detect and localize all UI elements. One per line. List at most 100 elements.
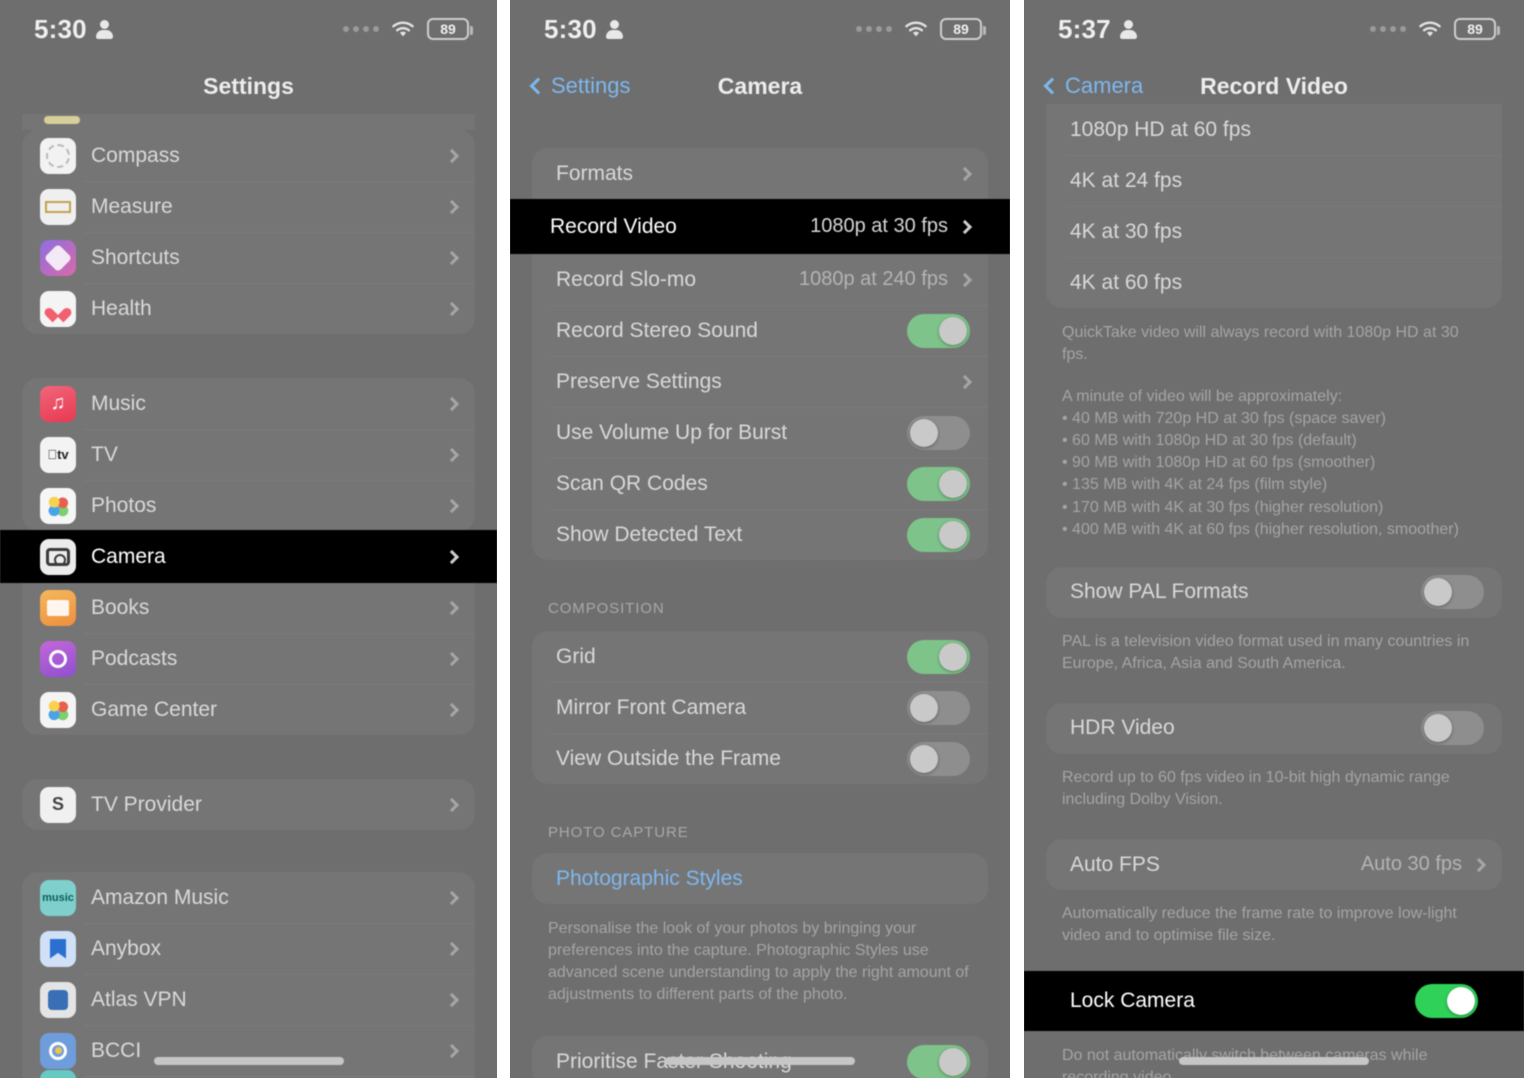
toggle-use-volume-up-for-burst[interactable]: [907, 415, 970, 450]
sidebar-item-shortcuts[interactable]: Shortcuts: [22, 232, 475, 283]
toggle-show-pal-formats[interactable]: [1421, 575, 1484, 610]
toggle-record-stereo-sound[interactable]: [907, 313, 970, 348]
toggle-show-detected-text[interactable]: [907, 517, 970, 552]
camera-scroll-area[interactable]: Formats Record Video 1080p at 30 fps Rec…: [510, 114, 1010, 1078]
sidebar-item-atlas-vpn[interactable]: Atlas VPN: [22, 974, 475, 1025]
record-video-scroll-area[interactable]: 1080p HD at 60 fps 4K at 24 fps 4K at 30…: [1024, 104, 1524, 1078]
settings-scroll-area[interactable]: Compass Measure Shortcuts Health ♫ Music…: [0, 114, 497, 1078]
back-button-settings[interactable]: Settings: [528, 73, 631, 99]
toggle-prioritise-faster-shooting[interactable]: [907, 1044, 970, 1078]
sidebar-item-books[interactable]: Books: [22, 582, 475, 633]
auto-fps-card: Auto FPS Auto 30 fps: [1046, 839, 1502, 891]
row-show-pal-formats[interactable]: Show PAL Formats: [1046, 567, 1502, 618]
wifi-icon: [390, 20, 416, 39]
camera-group-top-a: Formats: [532, 148, 988, 199]
status-bar: 5:30 89: [510, 0, 1010, 58]
sidebar-item-compass[interactable]: Compass: [22, 130, 475, 181]
sidebar-item-tv[interactable]: tv TV: [22, 429, 475, 480]
toggle-view-outside-the-frame[interactable]: [907, 741, 970, 776]
camera-icon: [40, 538, 76, 575]
row-label: Anybox: [91, 936, 162, 960]
chevron-right-icon: [957, 166, 973, 181]
sidebar-item-camera-highlighted[interactable]: Camera: [0, 530, 497, 583]
page-title: Settings: [203, 72, 294, 99]
option-4k-24[interactable]: 4K at 24 fps: [1046, 155, 1502, 206]
row-value: 1080p at 240 fps: [798, 268, 948, 290]
back-button-camera[interactable]: Camera: [1042, 73, 1143, 99]
footnote-size-bullet-6: • 400 MB with 4K at 60 fps (higher resol…: [1062, 520, 1459, 538]
row-show-detected-text[interactable]: Show Detected Text: [532, 509, 988, 560]
row-record-slo-mo[interactable]: Record Slo-mo 1080p at 240 fps: [532, 254, 988, 305]
row-formats[interactable]: Formats: [532, 148, 988, 199]
home-indicator: [153, 1057, 344, 1065]
row-hdr-video[interactable]: HDR Video: [1046, 703, 1502, 754]
chevron-right-icon: [444, 250, 460, 265]
row-photographic-styles[interactable]: Photographic Styles: [532, 853, 988, 904]
chevron-right-icon: [444, 447, 460, 462]
status-left: 5:37: [1058, 14, 1137, 45]
row-label: 4K at 60 fps: [1070, 270, 1183, 294]
settings-group-3: S TV Provider: [22, 779, 475, 830]
sidebar-item-amazon-music[interactable]: music Amazon Music: [22, 872, 475, 923]
sidebar-item-measure[interactable]: Measure: [22, 181, 475, 232]
row-label: Music: [91, 391, 146, 415]
row-label: 1080p HD at 60 fps: [1070, 117, 1251, 141]
toggle-lock-camera[interactable]: [1415, 984, 1478, 1019]
sidebar-item-podcasts[interactable]: Podcasts: [22, 633, 475, 684]
compass-icon: [40, 137, 76, 174]
row-label: Photos: [91, 493, 157, 517]
chevron-right-icon: [444, 549, 460, 564]
sidebar-item-photos[interactable]: Photos: [22, 480, 475, 531]
row-label: Atlas VPN: [91, 987, 187, 1011]
row-label: 4K at 30 fps: [1070, 219, 1183, 243]
toggle-grid[interactable]: [907, 639, 970, 674]
signal-dots-icon: [343, 26, 379, 32]
row-label: Game Center: [91, 697, 218, 721]
footnote-size-bullet-3: • 90 MB with 1080p HD at 60 fps (smoothe…: [1062, 454, 1376, 472]
row-record-video-highlighted[interactable]: Record Video 1080p at 30 fps: [510, 199, 1010, 254]
row-scan-qr-codes[interactable]: Scan QR Codes: [532, 458, 988, 509]
row-label: Health: [91, 296, 152, 320]
chevron-right-icon: [957, 219, 973, 234]
toggle-mirror-front-camera[interactable]: [907, 690, 970, 725]
chevron-right-icon: [444, 498, 460, 513]
status-left: 5:30: [544, 14, 623, 45]
chevron-left-icon: [529, 77, 547, 95]
measure-icon: [40, 188, 76, 225]
chevron-right-icon: [444, 1043, 460, 1058]
sidebar-item-bcci[interactable]: BCCI: [22, 1025, 475, 1076]
camera-group-composition: Grid Mirror Front Camera View Outside th…: [532, 631, 988, 784]
row-label: Record Stereo Sound: [556, 318, 758, 342]
row-grid[interactable]: Grid: [532, 631, 988, 682]
row-lock-camera-highlighted[interactable]: Lock Camera: [1024, 971, 1524, 1032]
option-4k-30[interactable]: 4K at 30 fps: [1046, 206, 1502, 257]
toggle-scan-qr-codes[interactable]: [907, 466, 970, 501]
row-label: Podcasts: [91, 646, 178, 670]
row-label: Books: [91, 595, 150, 619]
back-label: Settings: [551, 73, 631, 98]
row-label: Formats: [556, 161, 634, 185]
nav-bar-settings: Settings: [0, 58, 497, 114]
screenshot-root: 5:30 89 Settings Compass Measure Shortcu…: [0, 0, 1524, 1078]
signal-dots-icon: [1370, 26, 1406, 32]
sidebar-item-tv-provider[interactable]: S TV Provider: [22, 779, 475, 830]
row-mirror-front-camera[interactable]: Mirror Front Camera: [532, 682, 988, 733]
row-use-volume-up-for-burst[interactable]: Use Volume Up for Burst: [532, 407, 988, 458]
row-value: Auto 30 fps: [1360, 853, 1462, 876]
sidebar-item-music[interactable]: ♫ Music: [22, 378, 475, 429]
person-icon: [605, 19, 623, 39]
row-record-stereo-sound[interactable]: Record Stereo Sound: [532, 305, 988, 356]
sidebar-item-game-center[interactable]: Game Center: [22, 684, 475, 735]
photos-icon: [40, 487, 76, 524]
row-label: Amazon Music: [91, 885, 229, 909]
panel-divider: [497, 0, 510, 1078]
row-label: Show Detected Text: [556, 522, 743, 546]
option-4k-60[interactable]: 4K at 60 fps: [1046, 257, 1502, 308]
row-auto-fps[interactable]: Auto FPS Auto 30 fps: [1046, 839, 1502, 890]
sidebar-item-health[interactable]: Health: [22, 283, 475, 334]
row-view-outside-the-frame[interactable]: View Outside the Frame: [532, 733, 988, 784]
row-preserve-settings[interactable]: Preserve Settings: [532, 356, 988, 407]
sidebar-item-anybox[interactable]: Anybox: [22, 923, 475, 974]
row-label: Lock Camera: [1070, 989, 1195, 1013]
toggle-hdr-video[interactable]: [1421, 711, 1484, 746]
